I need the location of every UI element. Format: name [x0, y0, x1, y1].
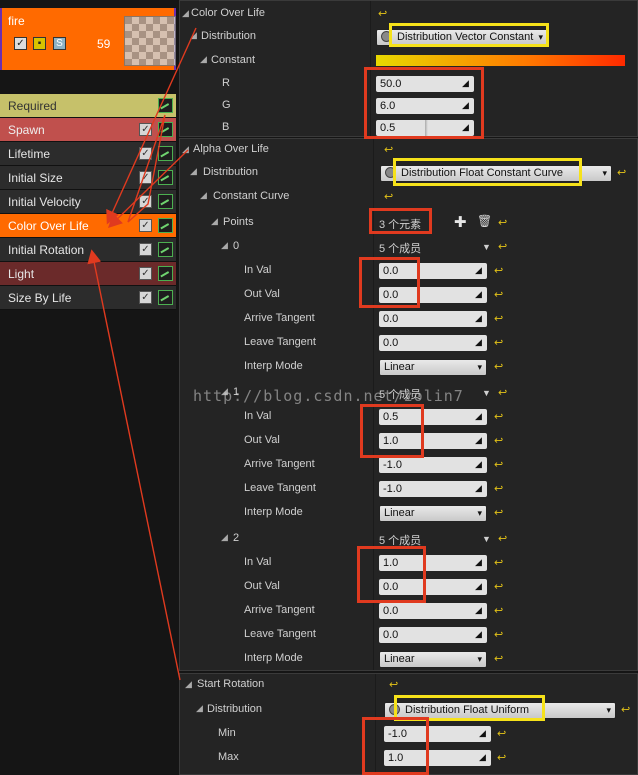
- arrow-line: [87, 249, 181, 681]
- arrow-line: [106, 27, 197, 225]
- watermark: http://blog.csdn.net/zolin7: [193, 387, 464, 405]
- arrow-line: [127, 114, 166, 223]
